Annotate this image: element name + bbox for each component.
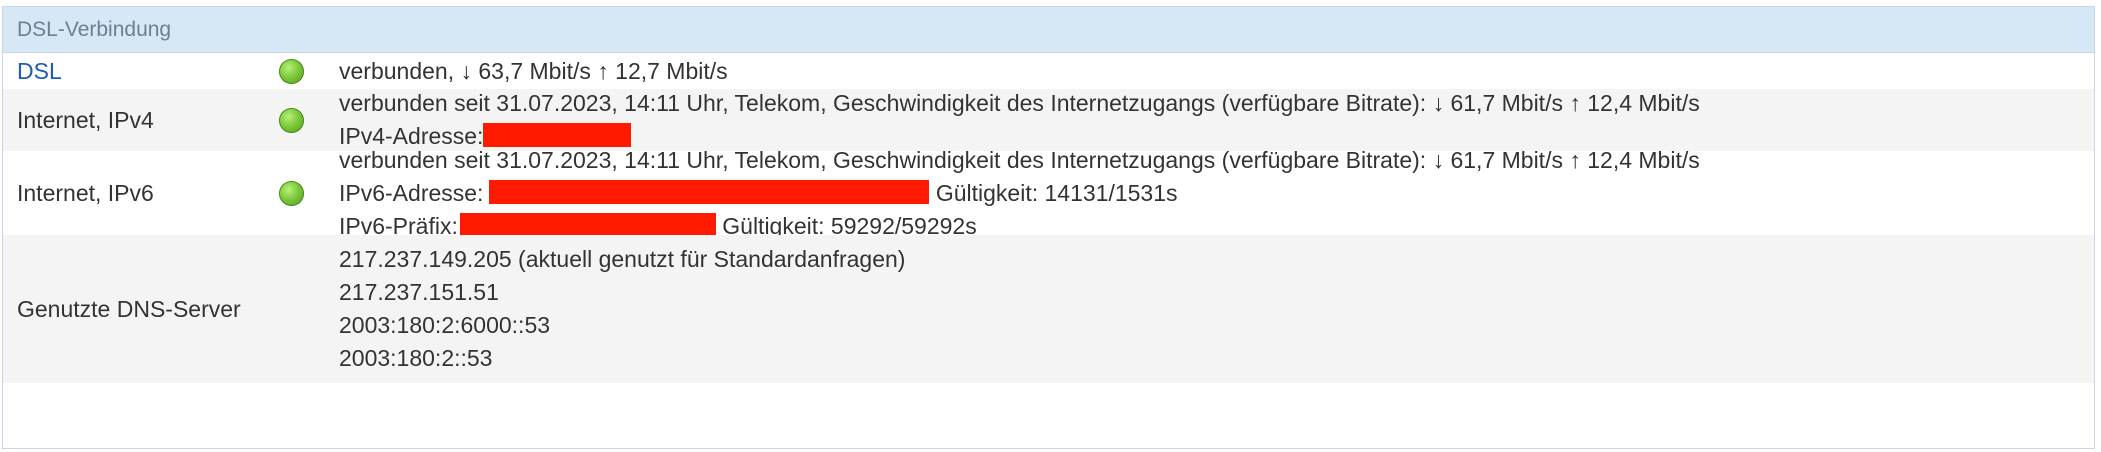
dns-server: 2003:180:2::53 bbox=[339, 345, 493, 371]
ipv6-status-text: verbunden seit 31.07.2023, 14:11 Uhr, Te… bbox=[339, 146, 1700, 173]
row-ipv4: Internet, IPv4 verbunden seit 31.07.2023… bbox=[3, 89, 2094, 151]
dns-label: Genutzte DNS-Server bbox=[17, 295, 241, 322]
redacted-ipv6-prefix bbox=[459, 212, 716, 237]
status-green-icon bbox=[279, 58, 304, 84]
status-green-icon bbox=[279, 180, 304, 206]
row-dsl: DSL verbunden, ↓ 63,7 Mbit/s ↑ 12,7 Mbit… bbox=[3, 53, 2094, 89]
dns-server: 2003:180:2:6000::53 bbox=[339, 312, 551, 338]
redacted-ipv6-address bbox=[489, 179, 930, 204]
dns-server: 217.237.149.205 (aktuell genutzt für Sta… bbox=[339, 246, 906, 272]
row-ipv6: Internet, IPv6 verbunden seit 31.07.2023… bbox=[3, 147, 2094, 239]
ipv6-content: verbunden seit 31.07.2023, 14:11 Uhr, Te… bbox=[337, 147, 2094, 239]
status-green-icon bbox=[279, 107, 304, 133]
status-cell-empty bbox=[269, 235, 337, 383]
panel-title: DSL-Verbindung bbox=[3, 7, 2094, 53]
dsl-link[interactable]: DSL bbox=[3, 53, 269, 89]
status-cell bbox=[269, 53, 337, 89]
status-cell bbox=[269, 89, 337, 151]
row-dns: Genutzte DNS-Server 217.237.149.205 (akt… bbox=[3, 235, 2094, 383]
dns-server: 217.237.151.51 bbox=[339, 279, 499, 305]
status-cell bbox=[269, 151, 337, 235]
dsl-status-text: verbunden, ↓ 63,7 Mbit/s ↑ 12,7 Mbit/s bbox=[339, 57, 728, 84]
ipv6-address-validity: Gültigkeit: 14131/1531s bbox=[935, 179, 1178, 206]
ipv4-label: Internet, IPv4 bbox=[17, 106, 154, 133]
dsl-content: verbunden, ↓ 63,7 Mbit/s ↑ 12,7 Mbit/s bbox=[337, 53, 2094, 89]
ipv6-label: Internet, IPv6 bbox=[17, 179, 154, 206]
dsl-connection-panel: DSL-Verbindung DSL verbunden, ↓ 63,7 Mbi… bbox=[2, 6, 2095, 449]
dns-content: 217.237.149.205 (aktuell genutzt für Sta… bbox=[337, 235, 2094, 383]
ipv6-address-label: IPv6-Adresse: bbox=[339, 179, 484, 206]
ipv4-content: verbunden seit 31.07.2023, 14:11 Uhr, Te… bbox=[337, 89, 2094, 151]
ipv4-status-text: verbunden seit 31.07.2023, 14:11 Uhr, Te… bbox=[339, 90, 1700, 116]
ipv6-address-line: IPv6-Adresse: Gültigkeit: 14131/1531s bbox=[339, 177, 2094, 210]
